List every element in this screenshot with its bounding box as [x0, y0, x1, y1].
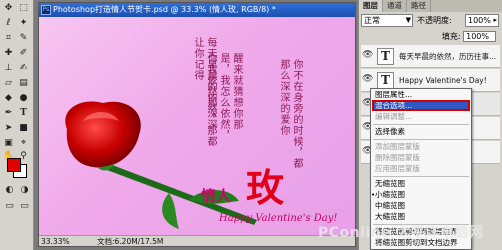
document-window: Ps Photoshop打造情人节贺卡.psd @ 33.3% (情人玫, RG…	[38, 2, 356, 247]
quick-mask-icon[interactable]: ◐	[3, 184, 16, 197]
healing-brush-tool-icon[interactable]: ✚	[2, 47, 15, 60]
menu-item-edit-adjustment: 编辑调整...	[375, 112, 413, 121]
marquee-tool-icon[interactable]: ⬚	[17, 2, 30, 15]
quick-mask-on-icon[interactable]: ◑	[18, 184, 31, 197]
menu-item-medium-thumbnail[interactable]: 中缩览图	[375, 201, 405, 211]
fill-value: 100%	[463, 31, 496, 42]
history-brush-tool-icon[interactable]: ✍	[17, 62, 30, 75]
foreground-color-swatch[interactable]	[7, 158, 21, 172]
rose-bloom	[65, 101, 141, 168]
zoom-level[interactable]: 33.33%	[41, 236, 70, 247]
document-titlebar[interactable]: Ps Photoshop打造情人节贺卡.psd @ 33.3% (情人玫, RG…	[39, 3, 355, 17]
menu-item-add-layer-mask: 添加图层蒙版	[375, 142, 420, 151]
fill-row: 填充: 100%	[361, 31, 500, 43]
opacity-value: 100%	[468, 16, 491, 25]
text-mei: 玫	[246, 165, 285, 210]
text-layer-thumbnail-icon: T	[377, 72, 394, 89]
eye-icon[interactable]: 👁	[362, 74, 374, 86]
toolbox: ✥ ⬚ ℓ ✦ ⌗ ✎ ✚ ✐ ⊥ ✍ ▱ ▤ ◆ ● ✒ T ➤ ■ ▣ ⌖ …	[0, 0, 34, 250]
blend-mode-value: 正常	[364, 16, 380, 25]
eyedropper-tool-icon[interactable]: ⌖	[17, 137, 30, 150]
gradient-tool-icon[interactable]: ▤	[17, 77, 30, 90]
photoshop-app-icon: Ps	[41, 5, 51, 15]
menu-item-apply-layer-mask: 应用图层蒙版	[375, 164, 420, 173]
menu-item-large-thumbnail[interactable]: 大缩览图	[375, 212, 405, 222]
rose-leaf-1	[162, 193, 179, 229]
status-bar: 33.33% 文档:6.20M/17.5M	[39, 235, 355, 246]
watermark-logo: PConline 太平洋电脑网	[318, 225, 484, 241]
tab-channels[interactable]: 通道	[383, 0, 407, 12]
text-layer-thumbnail-icon: T	[377, 48, 394, 65]
menu-item-delete-layer-mask: 删除图层蒙版	[375, 153, 420, 162]
type-tool-icon[interactable]: T	[17, 107, 30, 120]
panel-tabs: 图层 通道 路径	[359, 0, 502, 12]
move-tool-icon[interactable]: ✥	[2, 2, 15, 15]
notes-tool-icon[interactable]: ▣	[2, 137, 15, 150]
rose-illustration	[65, 101, 257, 229]
fullscreen-mode-icon[interactable]: ▭	[18, 200, 31, 213]
layer-name: 每天早晨的依然，历历往事...	[399, 52, 497, 61]
photoshop-window: ✥ ⬚ ℓ ✦ ⌗ ✎ ✚ ✐ ⊥ ✍ ▱ ▤ ◆ ● ✒ T ➤ ■ ▣ ⌖ …	[0, 0, 502, 250]
eraser-tool-icon[interactable]: ▱	[2, 77, 15, 90]
lasso-tool-icon[interactable]: ℓ	[2, 17, 15, 30]
crop-tool-icon[interactable]: ⌗	[2, 32, 15, 45]
shape-tool-icon[interactable]: ■	[17, 122, 30, 135]
path-selection-tool-icon[interactable]: ➤	[2, 122, 15, 135]
annotation-highlight-box	[372, 100, 470, 111]
opacity-label: 不透明度:	[417, 16, 452, 25]
tab-paths[interactable]: 路径	[407, 0, 431, 12]
blur-tool-icon[interactable]: ◆	[2, 92, 15, 105]
tab-layers[interactable]: 图层	[359, 0, 383, 12]
layer-options-row: 正常 ▼ 不透明度: 100% ▸	[361, 14, 500, 28]
text-qingren: 情人	[201, 187, 232, 205]
eye-icon[interactable]: 👁	[362, 50, 374, 62]
menu-separator	[373, 176, 469, 177]
menu-separator	[373, 124, 469, 125]
checkmark-icon: •	[371, 191, 376, 199]
menu-separator	[373, 139, 469, 140]
brush-tool-icon[interactable]: ✐	[17, 47, 30, 60]
dodge-tool-icon[interactable]: ●	[17, 92, 30, 105]
stamp-tool-icon[interactable]: ⊥	[2, 62, 15, 75]
layer-row[interactable]: 👁 T 每天早晨的依然，历历往事...	[361, 45, 500, 68]
chevron-down-icon: ▼	[405, 16, 411, 24]
opacity-field[interactable]: 100% ▸	[465, 14, 499, 27]
document-title: Photoshop打造情人节贺卡.psd @ 33.3% (情人玫, RGB/8…	[53, 5, 276, 14]
menu-item-small-thumbnail-label: 小缩览图	[375, 190, 405, 199]
screen-mode-icon[interactable]: ▭	[3, 200, 16, 213]
fill-label: 填充:	[441, 32, 461, 41]
menu-item-small-thumbnail[interactable]: • 小缩览图	[371, 190, 405, 200]
menu-item-no-thumbnail[interactable]: 无缩览图	[375, 179, 405, 189]
slice-tool-icon[interactable]: ✎	[17, 32, 30, 45]
image-canvas[interactable]: 每天早晨的依然，那都让你记得 醒来就猜想你那是，我怎么依然，你我依然那深深 你不…	[39, 17, 355, 235]
document-size[interactable]: 文档:6.20M/17.5M	[97, 236, 163, 247]
pen-tool-icon[interactable]: ✒	[2, 107, 15, 120]
magic-wand-tool-icon[interactable]: ✦	[17, 17, 30, 30]
menu-item-layer-properties[interactable]: 图层属性...	[375, 90, 412, 100]
menu-item-select-pixels[interactable]: 选择像素	[375, 127, 405, 137]
blend-mode-select[interactable]: 正常 ▼	[361, 14, 413, 27]
chevron-right-icon: ▸	[493, 16, 497, 24]
fill-control[interactable]: 填充: 100%	[442, 31, 496, 43]
